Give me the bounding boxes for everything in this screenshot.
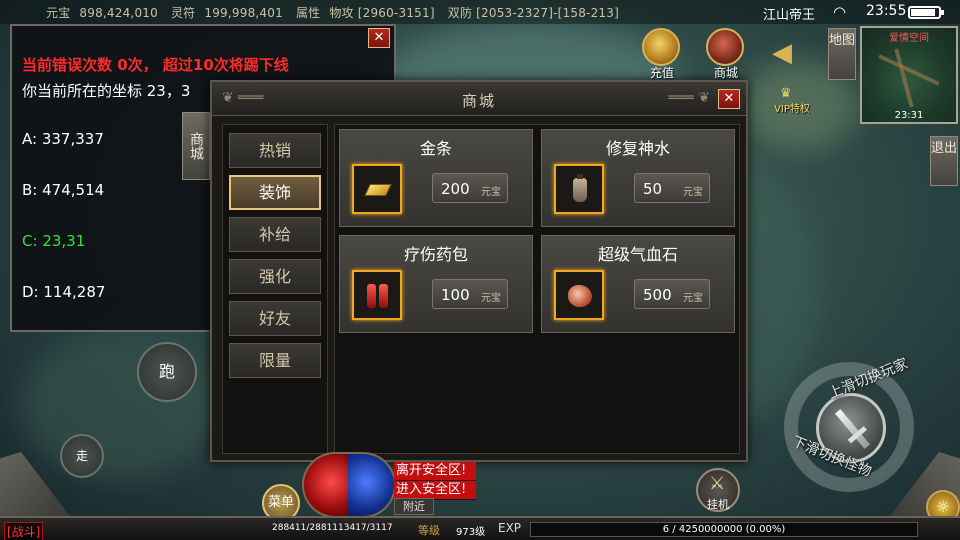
side-mall-tab[interactable]: 商城 <box>182 112 210 180</box>
map-button[interactable]: 地图 <box>828 28 856 80</box>
shop-category-tabs: 热销 装饰 补给 强化 好友 限量 <box>222 124 328 454</box>
run-button[interactable]: 跑 <box>137 342 197 402</box>
shop-dialog: ❦ ═══ 商城 ═══ ❦ ✕ 热销 装饰 补给 强化 好友 限量 金条 20… <box>210 80 748 462</box>
info-close-button[interactable]: ✕ <box>368 28 390 48</box>
clock: 23:55 <box>866 3 907 19</box>
item-name: 金条 <box>419 139 452 158</box>
shop-close-button[interactable]: ✕ <box>718 89 740 109</box>
buy-button[interactable]: 500 元宝 <box>634 279 710 309</box>
bottom-bar: 288411/2881113417/3117 等级 973级 EXP 6 / 4… <box>0 516 960 540</box>
collapse-arrow-icon[interactable]: ◀ <box>772 38 792 68</box>
tab-supply[interactable]: 补给 <box>229 217 321 252</box>
item-price: 200 <box>441 180 470 198</box>
tab-friend[interactable]: 好友 <box>229 301 321 336</box>
item-card-gold-bar[interactable]: 金条 200 元宝 <box>339 129 533 227</box>
currency-value: 898,424,010 <box>79 6 158 20</box>
repair-potion-icon[interactable] <box>554 164 604 214</box>
mall-label[interactable]: 商城 <box>706 64 746 81</box>
gold-bar-icon[interactable] <box>352 164 402 214</box>
exp-text: 6 / 4250000000 (0.00%) <box>662 524 786 535</box>
item-card-blood-stone[interactable]: 超级气血石 500 元宝 <box>541 235 735 333</box>
vip-label[interactable]: VIP特权 <box>768 100 816 115</box>
exp-bar: 6 / 4250000000 (0.00%) <box>530 522 918 537</box>
item-name: 超级气血石 <box>597 245 678 264</box>
phys-attack: 物攻 [2960-3151] <box>329 6 435 20</box>
dual-defense: 双防 [2053-2327]-[158-213] <box>447 6 619 20</box>
server-name: 江山帝王 <box>763 8 816 23</box>
spirit-value: 199,998,401 <box>204 6 283 20</box>
tab-decoration[interactable]: 装饰 <box>229 175 321 210</box>
spirit-label: 灵符 <box>170 6 196 20</box>
item-currency: 元宝 <box>683 187 703 198</box>
chat-tab-nearby[interactable]: 附近 <box>394 498 434 515</box>
point-a: A: 337,337 <box>22 130 104 148</box>
point-d: D: 114,287 <box>22 283 106 301</box>
buy-button[interactable]: 100 元宝 <box>432 279 508 309</box>
item-currency: 元宝 <box>481 293 501 304</box>
vip-crown-icon[interactable]: ♛ <box>780 86 792 101</box>
item-price: 500 <box>643 286 672 304</box>
chat-line: 进入安全区! <box>394 481 476 499</box>
minimap[interactable]: 爱情空间 23:31 <box>860 26 958 124</box>
tab-limited[interactable]: 限量 <box>229 343 321 378</box>
minimap-time: 23:31 <box>894 110 924 121</box>
battery-icon <box>908 6 944 19</box>
recharge-icon[interactable] <box>642 28 680 66</box>
wifi-icon: ◠ <box>833 3 847 21</box>
battle-mode-tag[interactable]: [战斗] <box>4 522 44 540</box>
buy-button[interactable]: 200 元宝 <box>432 173 508 203</box>
walk-button[interactable]: 走 <box>60 434 104 478</box>
header-ornament-right: ═══ ❦ <box>668 90 710 106</box>
item-card-healing-pack[interactable]: 疗伤药包 100 元宝 <box>339 235 533 333</box>
tab-enhance[interactable]: 强化 <box>229 259 321 294</box>
level-label: 等级 <box>418 524 440 537</box>
current-coordinate: 你当前所在的坐标 23，3 <box>22 82 191 100</box>
attr-label: 属性 <box>295 6 321 20</box>
chat-log: 离开安全区! 进入安全区! <box>394 462 476 500</box>
exp-label: EXP <box>498 521 522 535</box>
level-value: 973级 <box>456 527 486 538</box>
item-price: 50 <box>643 180 663 198</box>
currency-label: 元宝 <box>46 6 71 20</box>
blood-stone-icon[interactable] <box>554 270 604 320</box>
item-card-repair-water[interactable]: 修复神水 50 元宝 <box>541 129 735 227</box>
recharge-label[interactable]: 充值 <box>642 64 682 81</box>
auto-hang-button[interactable]: ⚔ 挂机 <box>696 468 740 512</box>
item-name: 修复神水 <box>605 139 670 158</box>
point-c: C: 23,31 <box>22 232 86 250</box>
item-price: 100 <box>441 286 470 304</box>
healing-pack-icon[interactable] <box>352 270 402 320</box>
exit-button[interactable]: 退出 <box>930 136 958 186</box>
tab-hot[interactable]: 热销 <box>229 133 321 168</box>
item-currency: 元宝 <box>481 187 501 198</box>
player-stats: 元宝 898,424,010 灵符 199,998,401 属性 物攻 [2960-3… <box>46 4 628 21</box>
point-b: B: 474,514 <box>22 181 105 199</box>
buy-button[interactable]: 50 元宝 <box>634 173 710 203</box>
shop-header: ❦ ═══ 商城 ═══ ❦ ✕ <box>212 82 746 116</box>
status-bar: 元宝 898,424,010 灵符 199,998,401 属性 物攻 [2960-3… <box>0 0 960 24</box>
item-currency: 元宝 <box>683 293 703 304</box>
item-name: 疗伤药包 <box>403 245 468 264</box>
hp-mp-readout: 288411/2881113417/3117 <box>272 523 393 533</box>
mall-icon[interactable] <box>706 28 744 66</box>
chat-line: 离开安全区! <box>394 462 476 480</box>
kick-warning: 当前错误次数 0次， 超过10次将踢下线 <box>22 56 289 74</box>
hang-label: 挂机 <box>707 498 729 511</box>
shop-items: 金条 200 元宝 修复神水 50 元宝 疗伤药包 100 元宝 超级气血石 5… <box>334 124 740 454</box>
minimap-name: 爱情空间 <box>889 33 929 44</box>
crossed-swords-icon: ⚔ <box>709 473 726 494</box>
